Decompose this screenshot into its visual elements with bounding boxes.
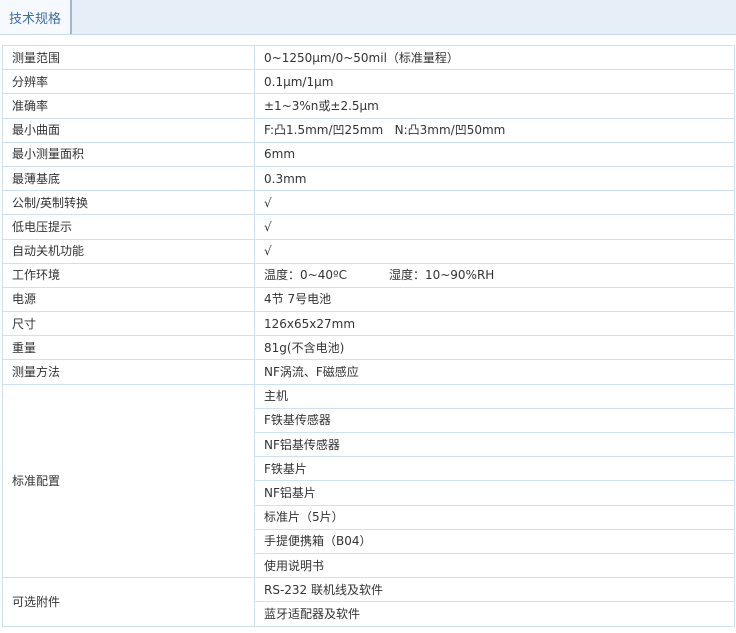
spec-label: 公制/英制转换	[2, 190, 255, 216]
table-row: 尺寸 126x65x27mm	[2, 311, 735, 337]
spec-label: 最薄基底	[2, 165, 255, 192]
table-row: 工作环境 温度：0~40ºC 湿度：10~90%RH	[2, 262, 735, 288]
standard-config-item: NF铝基传感器	[254, 431, 735, 458]
spec-label: 最小曲面	[2, 117, 255, 143]
spec-label: 自动关机功能	[2, 238, 255, 264]
table-row: 低电压提示 √	[2, 214, 735, 240]
optional-accessory-item: 蓝牙适配器及软件	[254, 601, 735, 627]
spec-value: 0.1μm/1μm	[254, 69, 735, 95]
spec-label: 尺寸	[2, 311, 255, 337]
spec-value: 0.3mm	[254, 165, 735, 192]
spec-label: 测量范围	[2, 44, 255, 71]
standard-config-item: F铁基传感器	[254, 407, 735, 434]
spec-label: 最小测量面积	[2, 141, 255, 167]
spec-value: 4节 7号电池	[254, 286, 735, 313]
standard-config-item: F铁基片	[254, 456, 735, 482]
standard-config-item: 主机	[254, 383, 735, 409]
spec-value: 6mm	[254, 141, 735, 167]
table-row: 测量范围 0~1250μm/0~50mil（标准量程）	[2, 44, 735, 71]
tab-tech-specs[interactable]: 技术规格	[0, 0, 72, 34]
spec-label: 重量	[2, 335, 255, 361]
spec-value: 温度：0~40ºC 湿度：10~90%RH	[254, 262, 735, 288]
standard-config-item: 使用说明书	[254, 552, 735, 579]
table-row: 最小测量面积 6mm	[2, 141, 735, 167]
spec-label: 分辨率	[2, 69, 255, 95]
spec-value: ±1~3%n或±2.5μm	[254, 93, 735, 119]
standard-config-item: 手提便携箱（B04）	[254, 528, 735, 554]
spec-label: 准确率	[2, 93, 255, 119]
standard-config-item: NF铝基片	[254, 480, 735, 506]
spec-value: F:凸1.5mm/凹25mm N:凸3mm/凹50mm	[254, 117, 735, 143]
spec-label: 工作环境	[2, 262, 255, 288]
optional-accessory-item: RS-232 联机线及软件	[254, 577, 735, 603]
spec-label: 电源	[2, 286, 255, 313]
table-row: 公制/英制转换 √	[2, 190, 735, 216]
spec-value: √	[254, 214, 735, 240]
spec-value: NF涡流、F磁感应	[254, 359, 735, 385]
table-row: 分辨率 0.1μm/1μm	[2, 69, 735, 95]
spec-table: 测量范围 0~1250μm/0~50mil（标准量程） 分辨率 0.1μm/1μ…	[2, 44, 735, 627]
table-row: 最小曲面 F:凸1.5mm/凹25mm N:凸3mm/凹50mm	[2, 117, 735, 143]
table-row: 准确率 ±1~3%n或±2.5μm	[2, 93, 735, 119]
table-row: 标准配置 主机	[2, 383, 735, 579]
spec-value: √	[254, 238, 735, 264]
table-row: 最薄基底 0.3mm	[2, 165, 735, 192]
spec-label: 低电压提示	[2, 214, 255, 240]
spec-value: 0~1250μm/0~50mil（标准量程）	[254, 44, 735, 71]
table-row: 自动关机功能 √	[2, 238, 735, 264]
optional-accessories-label: 可选附件	[2, 577, 255, 627]
spec-value: 126x65x27mm	[254, 311, 735, 337]
tab-bar: 技术规格	[0, 0, 736, 35]
spec-value: √	[254, 190, 735, 216]
standard-config-label: 标准配置	[2, 383, 255, 579]
table-row: 重量 81g(不含电池)	[2, 335, 735, 361]
standard-config-item: 标准片（5片）	[254, 504, 735, 530]
spec-value: 81g(不含电池)	[254, 335, 735, 361]
table-row: 测量方法 NF涡流、F磁感应	[2, 359, 735, 385]
spec-label: 测量方法	[2, 359, 255, 385]
table-row: 电源 4节 7号电池	[2, 286, 735, 313]
table-row: 可选附件 RS-232 联机线及软件	[2, 577, 735, 627]
